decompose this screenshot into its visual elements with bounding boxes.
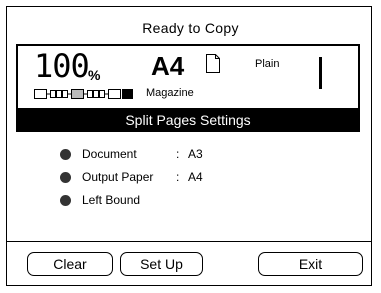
paper-level-meter (34, 89, 133, 99)
zoom-value: 100 (34, 47, 90, 85)
document-page-icon (206, 54, 220, 73)
paper-source: Magazine (146, 87, 194, 99)
section-title: Split Pages Settings (16, 108, 360, 132)
zoom-unit: % (88, 67, 101, 83)
bullet-icon (60, 195, 71, 206)
exit-button[interactable]: Exit (258, 252, 363, 276)
setting-value: A3 (188, 147, 203, 161)
setting-value: A4 (188, 170, 203, 184)
copy-status-panel: 100 % A4 Plain Magazine (16, 44, 360, 108)
setup-button[interactable]: Set Up (120, 252, 203, 276)
setting-separator: : (176, 147, 180, 161)
setting-label: Output Paper (82, 170, 154, 184)
bullet-icon (60, 172, 71, 183)
paper-type: Plain (255, 58, 280, 70)
screen-title: Ready to Copy (142, 20, 239, 36)
setting-separator: : (176, 170, 180, 184)
setting-label: Document (82, 147, 137, 161)
clear-button[interactable]: Clear (27, 252, 113, 276)
paper-size: A4 (151, 51, 185, 81)
divider (6, 241, 372, 242)
setting-label: Left Bound (82, 193, 141, 207)
bullet-icon (60, 149, 71, 160)
copy-count (319, 57, 322, 89)
